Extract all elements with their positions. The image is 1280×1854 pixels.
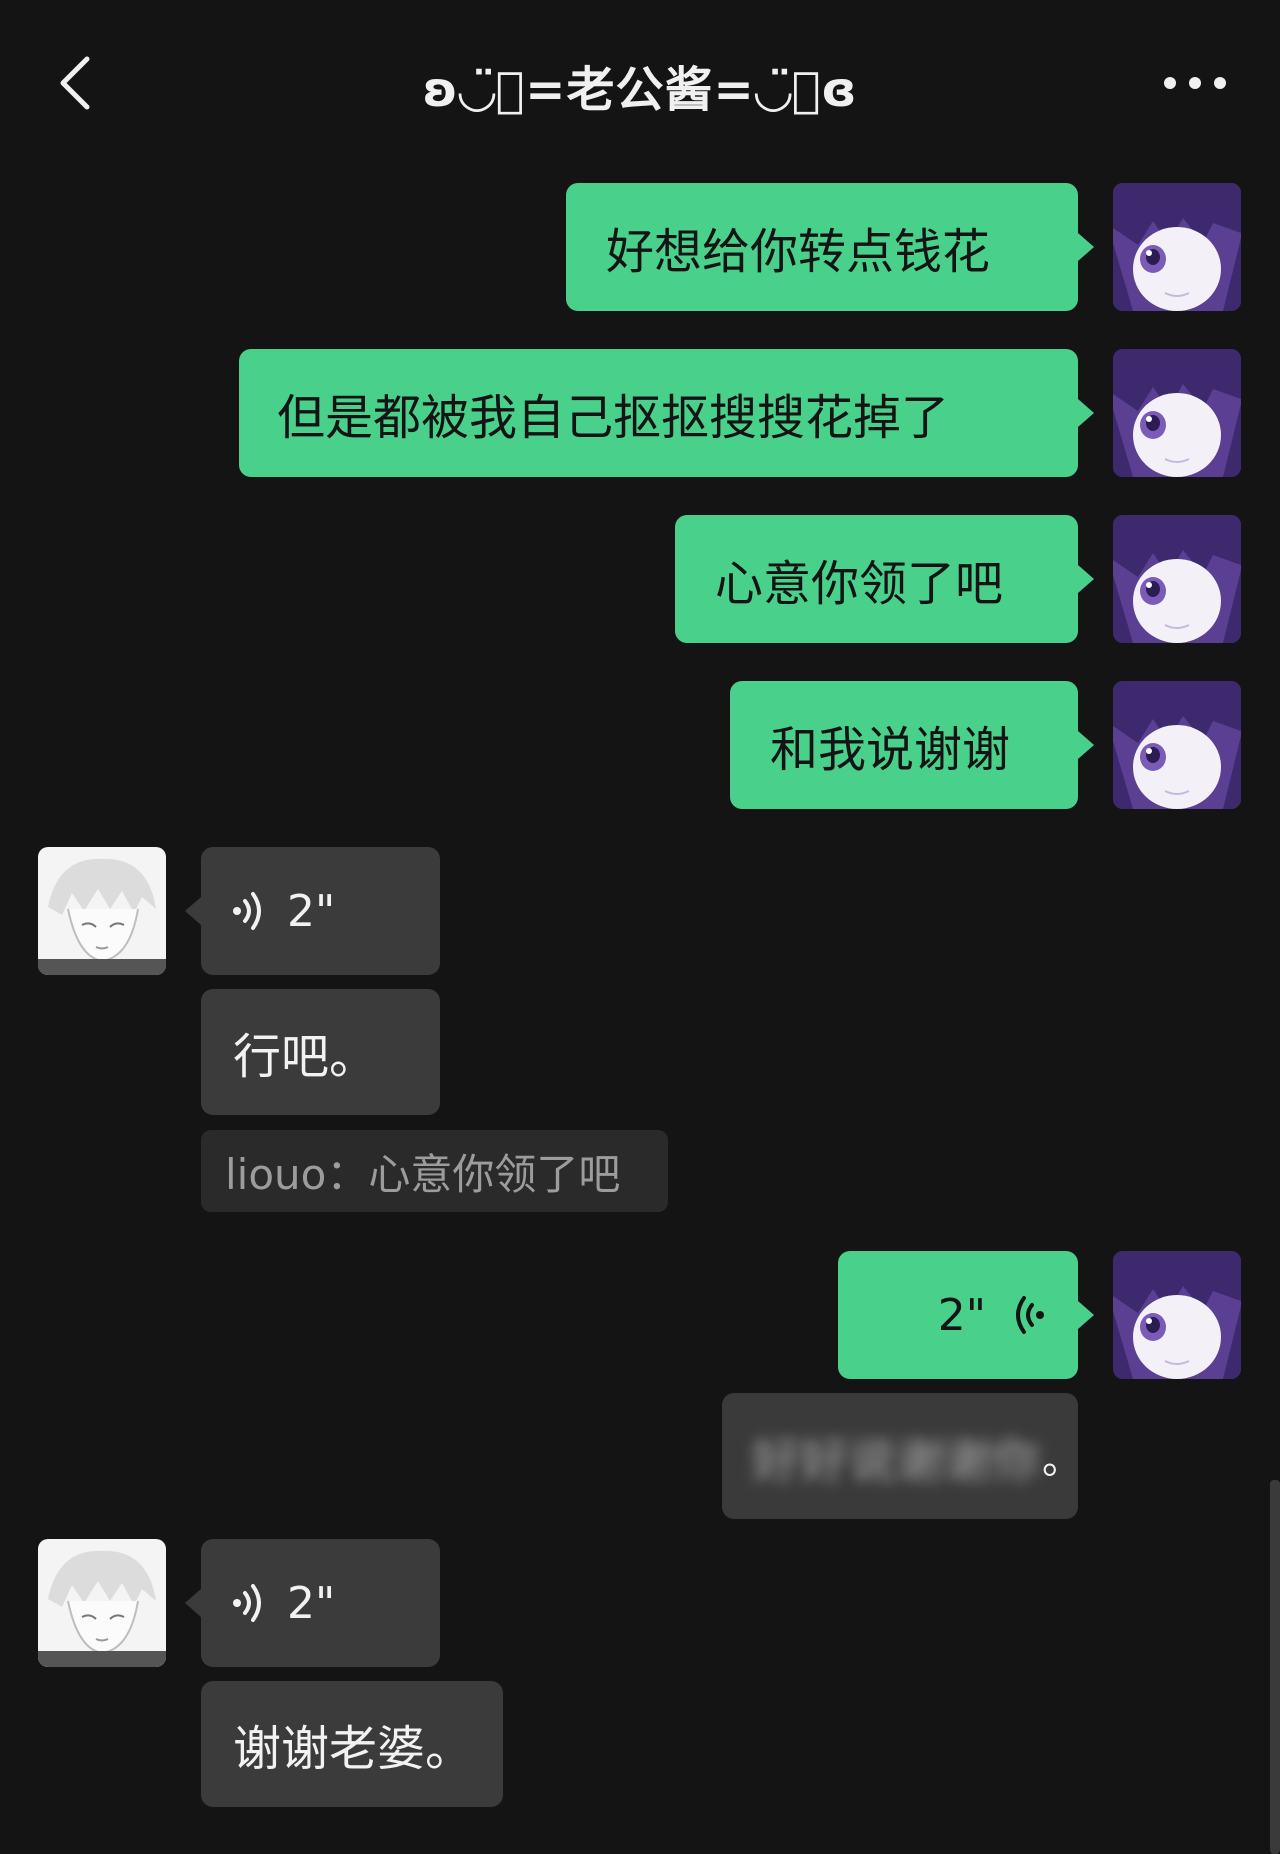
message-text: 和我说谢谢 <box>770 722 1011 778</box>
message-text: 行吧。 <box>233 1029 378 1085</box>
chat-title: ʚ◡̈⃝=老公酱=◡̈⃝ɞ <box>422 62 858 118</box>
chat-header: ʚ◡̈⃝=老公酱=◡̈⃝ɞ <box>0 0 1280 170</box>
self-avatar[interactable] <box>1113 681 1241 809</box>
more-button[interactable] <box>1150 58 1240 108</box>
bubble-tail <box>1078 233 1094 261</box>
self-voice-bubble[interactable]: 2" <box>838 1251 1078 1379</box>
bubble-tail <box>1078 399 1094 427</box>
bubble-tail <box>1078 565 1094 593</box>
message-text: 但是都被我自己抠抠搜搜花掉了 <box>277 390 950 446</box>
blurred-transcript: 好好说谢谢你 <box>752 1433 1041 1489</box>
bubble-tail <box>185 897 201 925</box>
voice-duration: 2" <box>287 885 336 937</box>
self-message-bubble[interactable]: 和我说谢谢 <box>730 681 1078 809</box>
self-message-bubble[interactable]: 但是都被我自己抠抠搜搜花掉了 <box>239 349 1078 477</box>
other-avatar[interactable] <box>38 847 166 975</box>
voice-wave-icon <box>233 892 261 930</box>
bubble-tail <box>185 1589 201 1617</box>
more-dots-icon <box>1164 77 1226 89</box>
scrollbar[interactable] <box>1270 1480 1280 1854</box>
bubble-tail <box>1078 731 1094 759</box>
quoted-message[interactable]: liouo：心意你领了吧 <box>201 1130 668 1212</box>
transcript-end: 。 <box>1042 1437 1083 1483</box>
other-avatar[interactable] <box>38 1539 166 1667</box>
voice-wave-icon <box>1016 1296 1044 1334</box>
message-text: 谢谢老婆。 <box>233 1721 474 1777</box>
self-message-bubble[interactable]: 心意你领了吧 <box>675 515 1078 643</box>
voice-transcript-bubble[interactable]: 好好说谢谢你 。 <box>722 1393 1082 1519</box>
quote-text: liouo：心意你领了吧 <box>225 1149 621 1199</box>
self-avatar[interactable] <box>1113 515 1241 643</box>
self-avatar[interactable] <box>1113 349 1241 477</box>
message-text: 好想给你转点钱花 <box>606 224 991 280</box>
message-text: 心意你领了吧 <box>715 556 1004 612</box>
self-avatar[interactable] <box>1113 1251 1241 1379</box>
voice-message-bubble[interactable]: 2" <box>201 847 440 975</box>
voice-duration: 2" <box>937 1289 986 1341</box>
bubble-tail <box>1078 1301 1094 1329</box>
other-message-bubble[interactable]: 谢谢老婆。 <box>201 1681 503 1807</box>
other-message-bubble[interactable]: 行吧。 <box>201 989 440 1115</box>
self-avatar[interactable] <box>1113 183 1241 311</box>
voice-message-bubble[interactable]: 2" <box>201 1539 440 1667</box>
self-message-bubble[interactable]: 好想给你转点钱花 <box>566 183 1078 311</box>
voice-wave-icon <box>233 1584 261 1622</box>
voice-duration: 2" <box>287 1577 336 1629</box>
